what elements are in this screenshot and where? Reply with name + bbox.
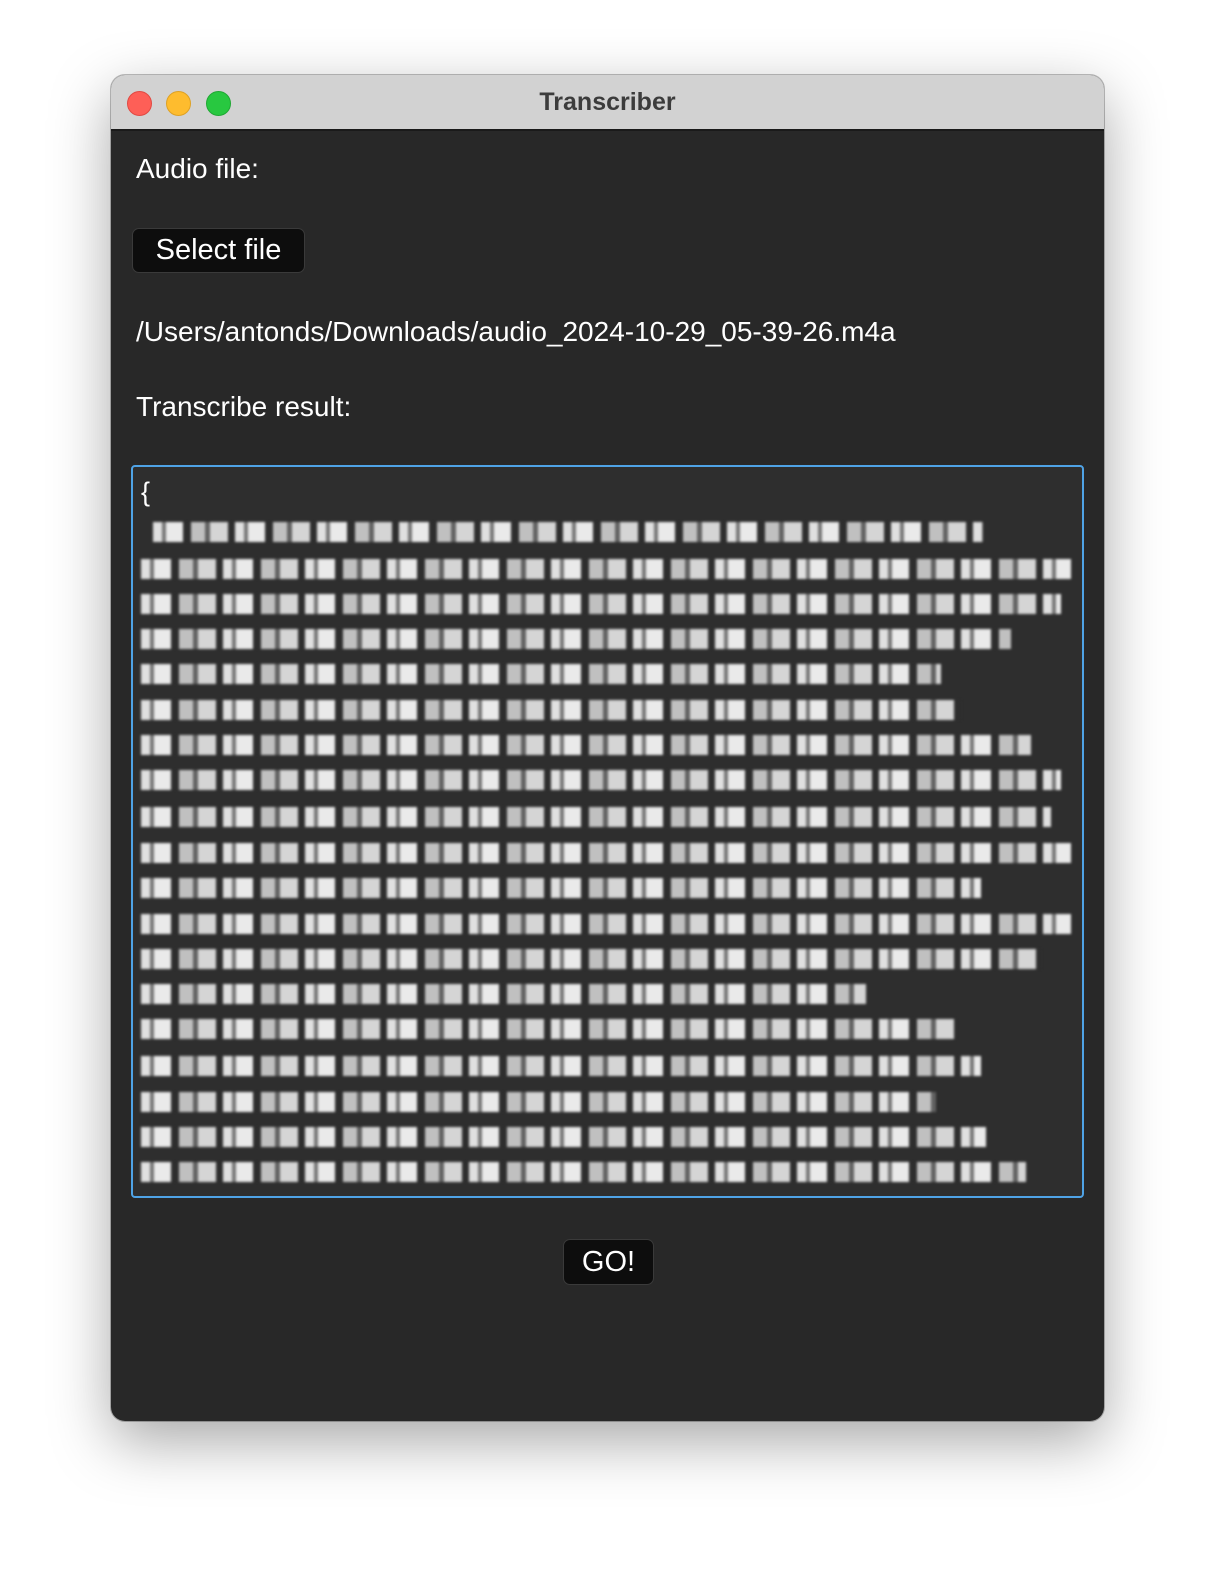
transcribe-result-label: Transcribe result: <box>136 391 352 422</box>
redacted-text-line <box>141 914 1071 934</box>
redacted-text-line <box>141 843 1071 863</box>
redacted-text-line <box>141 1162 1026 1182</box>
redacted-text-line <box>141 1092 936 1112</box>
redacted-text-line <box>141 1056 981 1076</box>
redacted-text-line <box>141 1019 956 1039</box>
select-file-button[interactable]: Select file <box>132 228 305 273</box>
redacted-text-line <box>141 664 941 684</box>
title-bar[interactable]: Transcriber <box>111 75 1104 131</box>
redacted-text-line <box>141 949 1041 969</box>
redacted-text-line <box>141 770 1061 790</box>
audio-file-label: Audio file: <box>136 153 259 184</box>
window-title: Transcriber <box>539 88 676 116</box>
app-window: Transcriber Audio file: Select file /Use… <box>111 75 1104 1421</box>
file-path-text: /Users/antonds/Downloads/audio_2024-10-2… <box>136 316 896 347</box>
redacted-text-line <box>141 807 1051 827</box>
transcribe-result-textarea[interactable]: { <box>131 465 1084 1198</box>
redacted-text-line <box>141 984 866 1004</box>
redacted-text-line <box>141 735 1031 755</box>
result-text-start: { <box>141 477 151 507</box>
go-button[interactable]: GO! <box>563 1239 654 1285</box>
redacted-text-line <box>141 594 1061 614</box>
redacted-text-line <box>153 522 983 542</box>
redacted-text-line <box>141 878 981 898</box>
redacted-text-line <box>141 559 1071 579</box>
redacted-text-line <box>141 1127 986 1147</box>
redacted-text-line <box>141 629 1011 649</box>
redacted-text-line <box>141 700 961 720</box>
